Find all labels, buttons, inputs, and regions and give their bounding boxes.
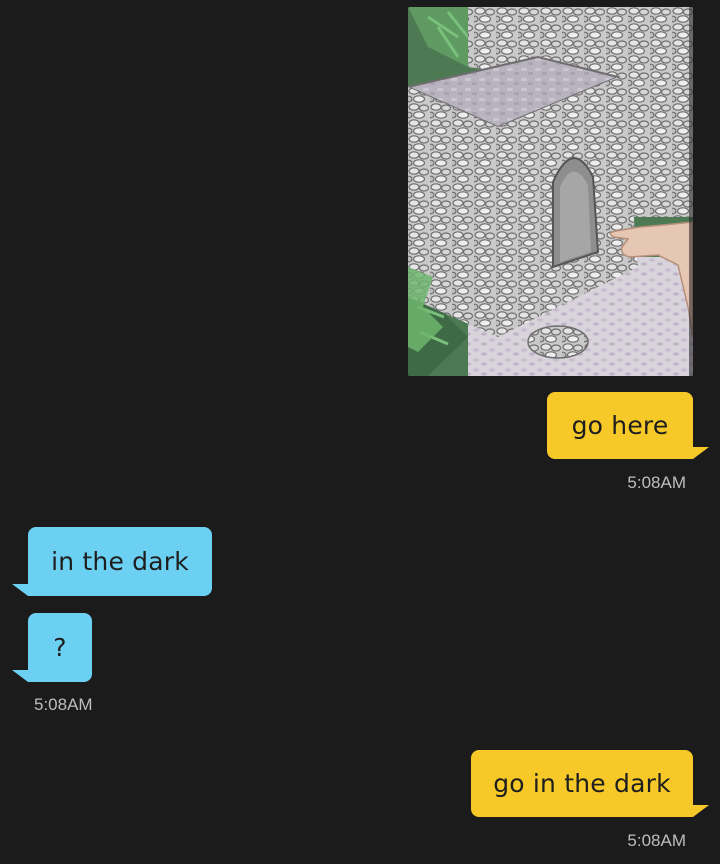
photo-message[interactable] bbox=[408, 7, 693, 376]
message-text: go in the dark bbox=[493, 769, 671, 798]
message-timestamp: 5:08AM bbox=[34, 695, 93, 714]
message-timestamp: 5:08AM bbox=[627, 473, 686, 492]
message-text: go here bbox=[571, 411, 669, 440]
bubble-tail bbox=[693, 447, 709, 459]
bubble-tail bbox=[12, 670, 28, 682]
message-timestamp: 5:08AM bbox=[627, 831, 686, 850]
message-text: ? bbox=[53, 633, 67, 662]
message-text: in the dark bbox=[51, 547, 189, 576]
stone-hut-image bbox=[408, 7, 693, 376]
outgoing-message-bubble[interactable]: go in the dark bbox=[471, 750, 693, 817]
bubble-tail bbox=[12, 584, 28, 596]
bubble-tail bbox=[693, 805, 709, 817]
incoming-message-bubble[interactable]: ? bbox=[28, 613, 92, 682]
incoming-message-bubble[interactable]: in the dark bbox=[28, 527, 212, 596]
outgoing-message-bubble[interactable]: go here bbox=[547, 392, 693, 459]
